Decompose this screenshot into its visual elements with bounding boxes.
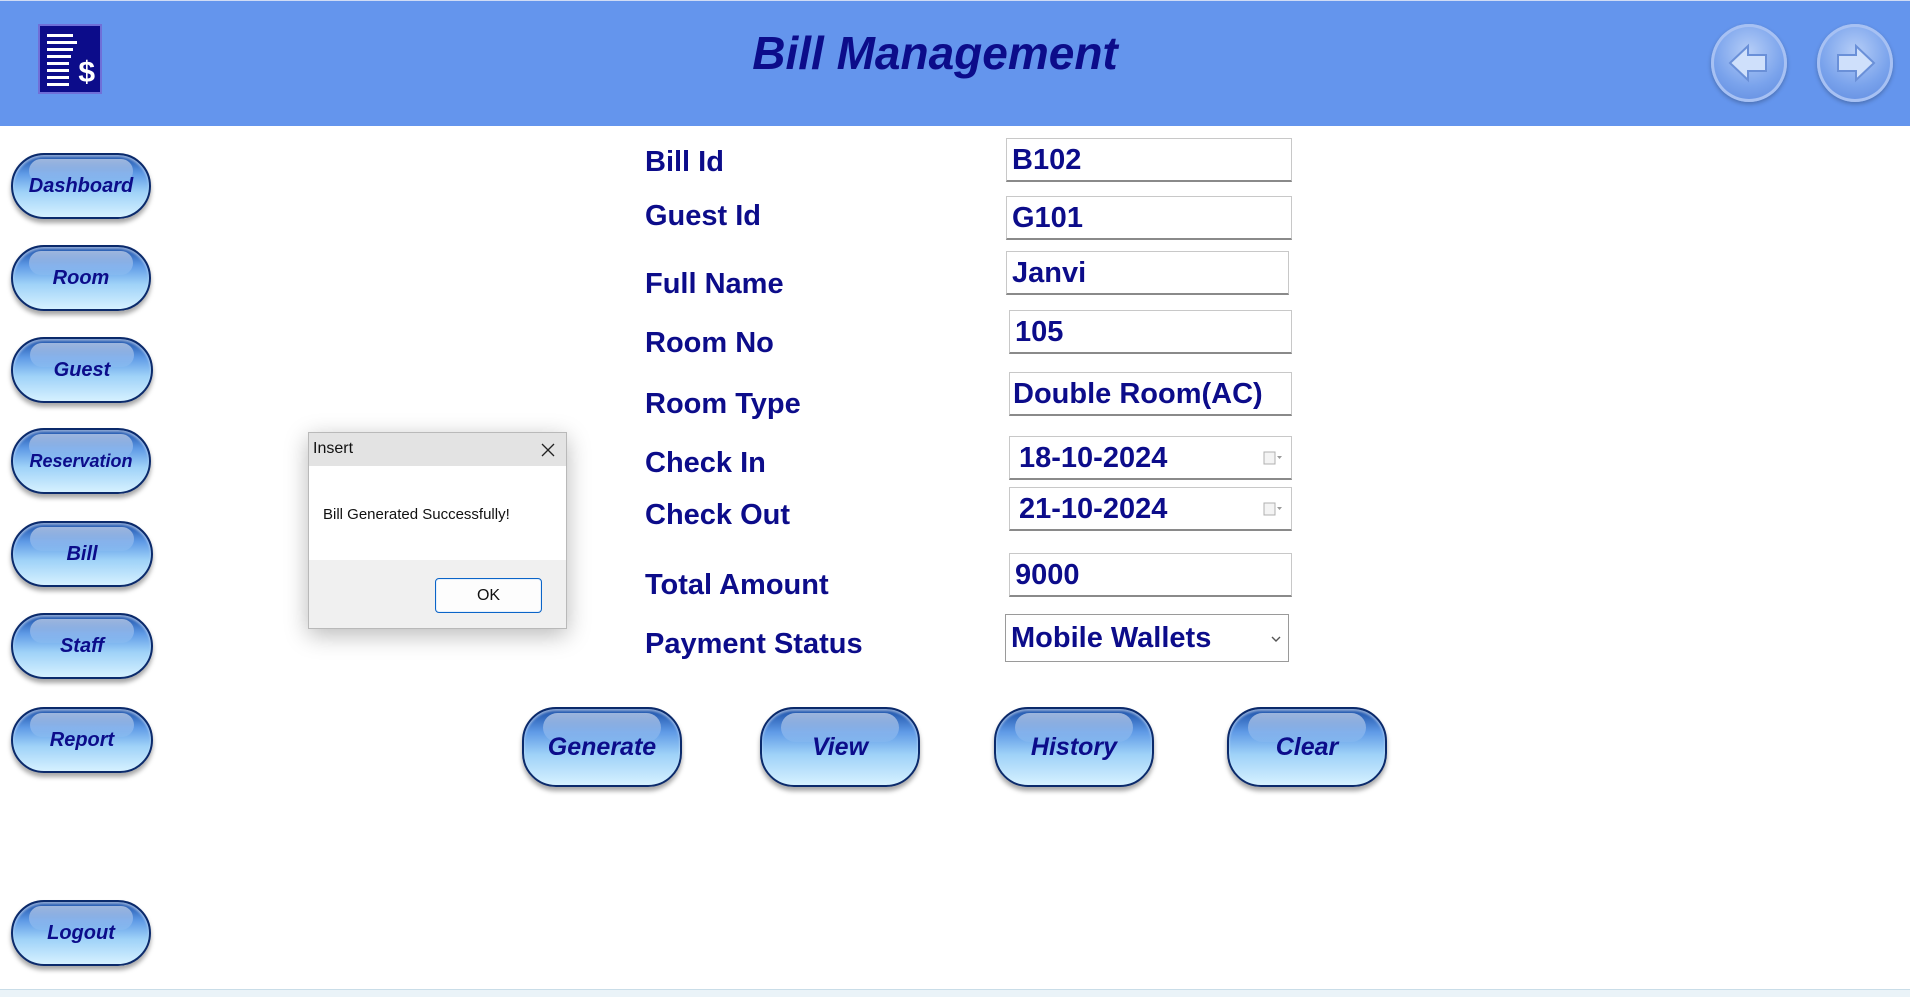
guest-id-label: Guest Id [645, 200, 762, 232]
chevron-down-icon [1271, 636, 1281, 642]
sidebar-item-room[interactable]: Room [11, 245, 151, 311]
payment-status-value: Mobile Wallets [1011, 622, 1212, 654]
calendar-dropdown-icon[interactable] [1263, 451, 1283, 465]
total-amount-label: Total Amount [645, 569, 829, 601]
payment-status-select[interactable]: Mobile Wallets [1005, 614, 1289, 662]
insert-dialog: Insert Bill Generated Successfully! OK [308, 432, 567, 629]
clear-button[interactable]: Clear [1227, 707, 1387, 787]
sidebar-item-label: Staff [59, 634, 105, 657]
sidebar-item-label: Guest [53, 358, 111, 381]
view-label: View [811, 732, 869, 761]
history-button[interactable]: History [994, 707, 1154, 787]
bill-id-label: Bill Id [645, 146, 724, 178]
view-button[interactable]: View [760, 707, 920, 787]
forward-button[interactable] [1817, 24, 1893, 102]
room-type-field[interactable]: Double Room(AC) [1009, 372, 1292, 416]
check-in-date-picker[interactable]: 18-10-2024 [1009, 436, 1292, 480]
arrow-left-icon [1728, 43, 1767, 83]
sidebar-item-staff[interactable]: Staff [11, 613, 153, 679]
header-bar: $ Bill Management [0, 0, 1910, 126]
sidebar-item-label: Dashboard [28, 174, 134, 197]
sidebar-item-guest[interactable]: Guest [11, 337, 153, 403]
bill-id-field[interactable]: B102 [1006, 138, 1292, 182]
sidebar-item-label: Bill [66, 542, 98, 565]
total-amount-field[interactable]: 9000 [1009, 553, 1292, 597]
guest-id-field[interactable]: G101 [1006, 196, 1292, 240]
room-no-label: Room No [645, 327, 774, 359]
generate-button[interactable]: Generate [522, 707, 682, 787]
logout-label: Logout [47, 921, 115, 944]
generate-label: Generate [547, 732, 657, 761]
page-title: Bill Management [752, 27, 1118, 79]
sidebar-item-report[interactable]: Report [11, 707, 153, 773]
arrow-right-icon [1837, 43, 1876, 83]
dialog-message: Bill Generated Successfully! [323, 506, 510, 523]
payment-status-label: Payment Status [645, 628, 863, 660]
close-icon[interactable] [540, 442, 556, 458]
clear-label: Clear [1275, 732, 1339, 761]
sidebar-item-bill[interactable]: Bill [11, 521, 153, 587]
sidebar-item-dashboard[interactable]: Dashboard [11, 153, 151, 219]
sidebar-item-label: Room [52, 266, 110, 289]
room-type-label: Room Type [645, 388, 801, 420]
room-no-field[interactable]: 105 [1009, 310, 1292, 354]
check-out-value: 21-10-2024 [1019, 493, 1168, 525]
logout-button[interactable]: Logout [11, 900, 151, 966]
dialog-title: Insert [313, 440, 354, 457]
sidebar-item-label: Report [49, 728, 115, 751]
check-in-value: 18-10-2024 [1019, 442, 1168, 474]
sidebar-item-label: Reservation [29, 450, 133, 471]
dialog-titlebar: Insert [309, 433, 566, 466]
check-out-label: Check Out [645, 499, 791, 531]
check-out-date-picker[interactable]: 21-10-2024 [1009, 487, 1292, 531]
ok-button[interactable]: OK [435, 578, 542, 613]
history-label: History [1030, 732, 1118, 761]
calendar-dropdown-icon[interactable] [1263, 502, 1283, 516]
back-button[interactable] [1711, 24, 1787, 102]
full-name-label: Full Name [645, 268, 784, 300]
sidebar-item-reservation[interactable]: Reservation [11, 428, 151, 494]
full-name-field[interactable]: Janvi [1006, 251, 1289, 295]
check-in-label: Check In [645, 447, 766, 479]
